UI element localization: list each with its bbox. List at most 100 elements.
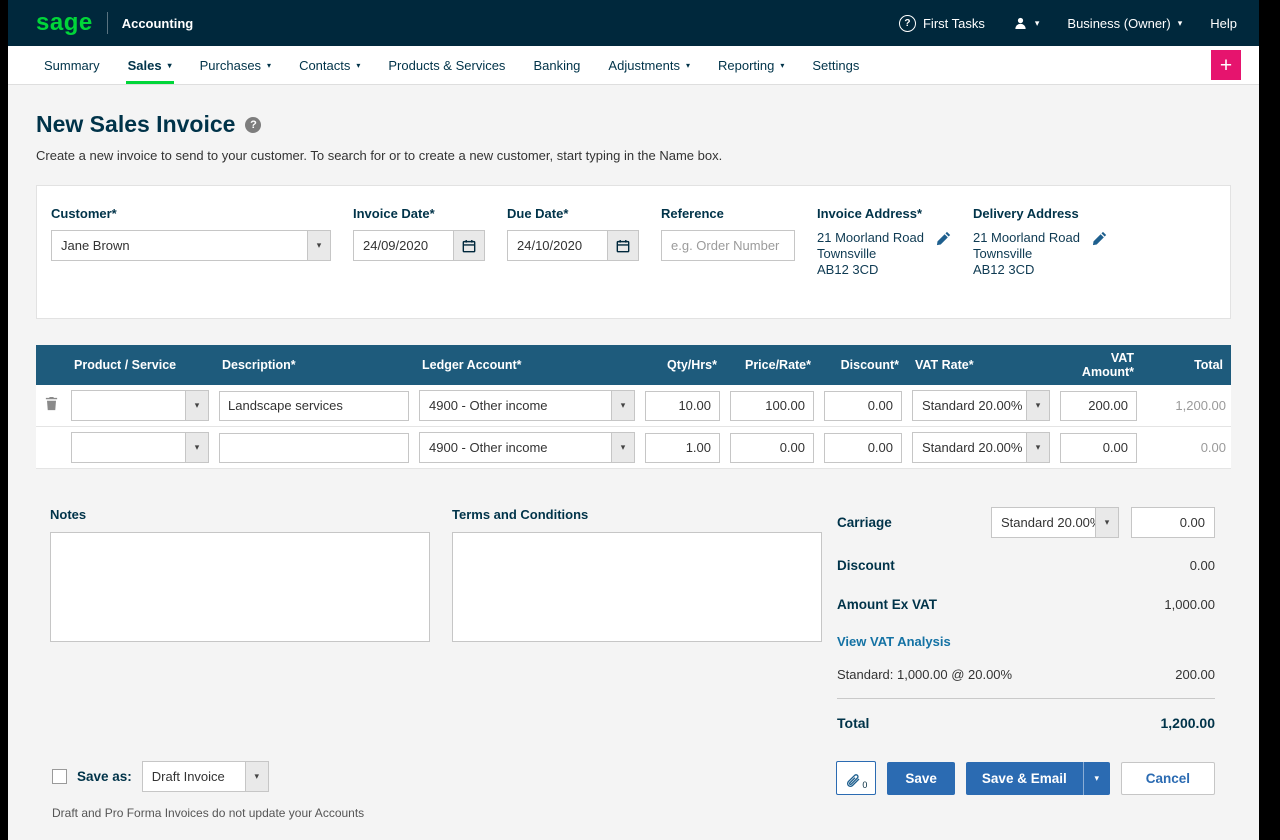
help-circle-icon: ? — [899, 15, 916, 32]
chevron-down-icon[interactable]: ▾ — [1026, 433, 1049, 462]
reference-field: Reference — [661, 206, 795, 278]
terms-textarea[interactable] — [452, 532, 822, 642]
calendar-icon[interactable] — [608, 230, 639, 261]
due-date-input[interactable] — [507, 230, 608, 261]
product-service-select[interactable]: ▾ — [71, 390, 209, 421]
save-as-label: Save as: — [77, 769, 132, 784]
chevron-down-icon[interactable]: ▾ — [185, 433, 208, 462]
total-row: Total 1,200.00 — [837, 715, 1215, 731]
action-buttons: 0 Save Save & Email ▾ Cancel — [836, 761, 1215, 795]
notes-textarea[interactable] — [50, 532, 430, 642]
nav-contacts[interactable]: Contacts▾ — [285, 46, 374, 84]
nav-products-services[interactable]: Products & Services — [374, 46, 519, 84]
nav-banking[interactable]: Banking — [519, 46, 594, 84]
nav-label: Purchases — [200, 58, 261, 73]
attachment-button[interactable]: 0 — [836, 761, 876, 795]
discount-value: 0.00 — [1190, 558, 1215, 573]
amount-ex-vat-row: Amount Ex VAT 1,000.00 — [837, 597, 1215, 612]
quick-add-button[interactable]: + — [1211, 50, 1241, 80]
chevron-down-icon[interactable]: ▾ — [611, 391, 634, 420]
chevron-down-icon[interactable]: ▾ — [185, 391, 208, 420]
page-help-icon[interactable]: ? — [245, 117, 261, 133]
calendar-icon[interactable] — [454, 230, 485, 261]
vat-rate-select[interactable]: Standard 20.00% ▾ — [912, 390, 1050, 421]
chevron-down-icon[interactable]: ▾ — [307, 231, 330, 260]
page-content: New Sales Invoice ? Create a new invoice… — [8, 85, 1259, 840]
reference-input[interactable] — [661, 230, 795, 261]
nav-label: Contacts — [299, 58, 350, 73]
customer-select[interactable]: Jane Brown ▾ — [51, 230, 331, 261]
delete-column-header — [36, 345, 66, 385]
qty-input[interactable] — [645, 391, 720, 421]
chevron-down-icon[interactable]: ▾ — [1083, 762, 1110, 795]
product-service-select[interactable]: ▾ — [71, 432, 209, 463]
nav-settings[interactable]: Settings — [798, 46, 873, 84]
product-service-value — [72, 433, 185, 462]
nav-summary[interactable]: Summary — [30, 46, 114, 84]
chevron-down-icon[interactable]: ▾ — [1095, 508, 1118, 537]
user-menu-button[interactable]: ▾ — [1013, 16, 1040, 31]
col-total: Total — [1142, 345, 1231, 385]
edit-pencil-icon[interactable] — [1092, 231, 1107, 246]
vat-amount-input[interactable] — [1060, 391, 1137, 421]
vat-rate-value: Standard 20.00% — [913, 433, 1026, 462]
ledger-account-select[interactable]: 4900 - Other income ▾ — [419, 390, 635, 421]
delivery-address-field: Delivery Address 21 Moorland Road Townsv… — [973, 206, 1107, 278]
attachment-count: 0 — [862, 780, 867, 790]
invoice-address: 21 Moorland Road Townsville AB12 3CD — [817, 230, 951, 278]
qty-input[interactable] — [645, 433, 720, 463]
chevron-down-icon: ▾ — [168, 61, 172, 70]
app-window: sage Accounting ? First Tasks ▾ Business… — [8, 0, 1259, 840]
cancel-button[interactable]: Cancel — [1121, 762, 1215, 795]
description-input[interactable] — [219, 433, 409, 463]
save-as-select[interactable]: Draft Invoice ▾ — [142, 761, 269, 792]
invoice-date-input[interactable] — [353, 230, 454, 261]
description-input[interactable] — [219, 391, 409, 421]
price-input[interactable] — [730, 391, 814, 421]
discount-input[interactable] — [824, 433, 902, 463]
chevron-down-icon[interactable]: ▾ — [1026, 391, 1049, 420]
vat-amount-input[interactable] — [1060, 433, 1137, 463]
price-input[interactable] — [730, 433, 814, 463]
save-email-button[interactable]: Save & Email — [966, 762, 1083, 795]
business-menu-button[interactable]: Business (Owner) ▾ — [1067, 16, 1182, 31]
save-as-checkbox[interactable] — [52, 769, 67, 784]
chevron-down-icon: ▾ — [1035, 19, 1040, 28]
discount-label[interactable]: Discount — [837, 558, 895, 573]
delete-row-icon[interactable] — [44, 396, 59, 411]
nav-adjustments[interactable]: Adjustments▾ — [594, 46, 704, 84]
divider — [837, 698, 1215, 699]
col-ledger: Ledger Account* — [414, 345, 640, 385]
invoice-address-label: Invoice Address* — [817, 206, 951, 221]
lower-section: Notes Terms and Conditions Carriage Stan… — [36, 507, 1231, 731]
chevron-down-icon[interactable]: ▾ — [245, 762, 268, 791]
edit-pencil-icon[interactable] — [936, 231, 951, 246]
vat-rate-select[interactable]: Standard 20.00% ▾ — [912, 432, 1050, 463]
due-date-group — [507, 230, 639, 261]
help-link[interactable]: Help — [1210, 16, 1237, 31]
chevron-down-icon[interactable]: ▾ — [611, 433, 634, 462]
address-line: 21 Moorland Road — [973, 230, 1080, 246]
discount-input[interactable] — [824, 391, 902, 421]
amount-ex-vat-value: 1,000.00 — [1164, 597, 1215, 612]
save-button[interactable]: Save — [887, 762, 955, 795]
carriage-vat-select[interactable]: Standard 20.00% ▾ — [991, 507, 1119, 538]
col-vat-rate: VAT Rate* — [907, 345, 1055, 385]
sage-logo: sage — [36, 11, 93, 35]
first-tasks-button[interactable]: ? First Tasks — [899, 15, 985, 32]
invoice-date-label: Invoice Date* — [353, 206, 485, 221]
product-service-value — [72, 391, 185, 420]
notes-label: Notes — [50, 507, 430, 522]
nav-sales[interactable]: Sales▾ — [114, 46, 186, 84]
nav-label: Adjustments — [608, 58, 680, 73]
carriage-amount-input[interactable] — [1131, 507, 1215, 538]
save-as-column: Save as: Draft Invoice ▾ Draft and Pro F… — [52, 761, 364, 820]
view-vat-analysis-link[interactable]: View VAT Analysis — [837, 634, 951, 649]
app-name: Accounting — [122, 16, 194, 31]
invoice-date-field: Invoice Date* — [353, 206, 485, 278]
nav-reporting[interactable]: Reporting▾ — [704, 46, 798, 84]
nav-purchases[interactable]: Purchases▾ — [186, 46, 285, 84]
footer-actions: Save as: Draft Invoice ▾ Draft and Pro F… — [36, 761, 1231, 820]
paperclip-icon — [845, 774, 861, 790]
ledger-account-select[interactable]: 4900 - Other income ▾ — [419, 432, 635, 463]
